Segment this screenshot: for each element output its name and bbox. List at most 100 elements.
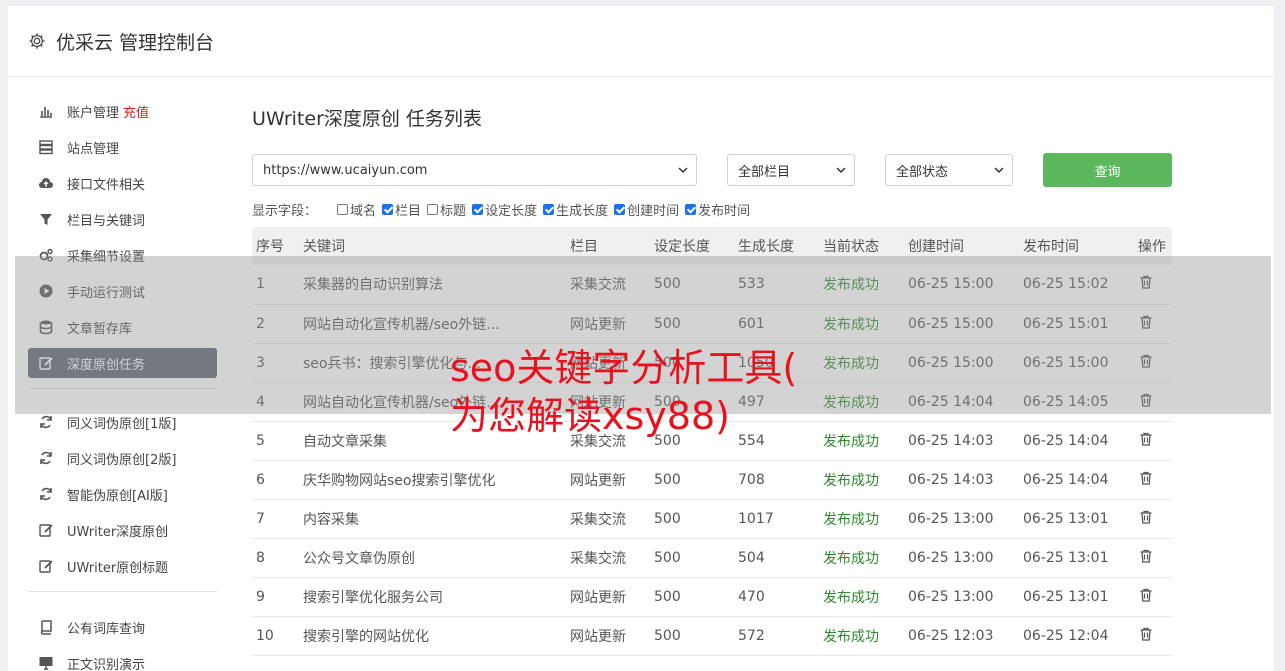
server-icon [39,140,53,155]
cell-no: 7 [256,510,265,527]
field-checkbox[interactable]: 域名 [337,200,376,219]
checkbox-box[interactable] [543,203,555,215]
cell-keyword[interactable]: 搜索引擎的网站优化 [303,616,570,655]
database-icon [39,320,53,335]
cell-no: 5 [256,432,265,449]
cell-no: 6 [256,471,265,488]
cell-keyword[interactable]: 内容采集 [303,499,570,538]
cell-published: 06-25 14:05 [1023,393,1109,410]
trash-icon[interactable] [1138,548,1154,564]
checkbox-box[interactable] [337,203,349,215]
sidebar-item[interactable]: UWriter深度原创 [28,515,217,545]
cell-category: 采集交流 [570,550,626,567]
sidebar-item[interactable]: 正文识别演示 [28,648,217,671]
refresh-icon [40,451,52,465]
display-fields-label: 显示字段： [252,203,318,219]
recharge-link[interactable]: 充值 [123,102,149,121]
trash-icon[interactable] [1138,314,1154,330]
cell-created: 06-25 14:03 [908,432,994,449]
checkbox-box[interactable] [472,203,484,215]
sidebar-item[interactable]: 接口文件相关 [28,168,217,198]
trash-icon[interactable] [1138,353,1154,369]
sidebar-item-label: 正文识别演示 [67,657,146,671]
cell-actions [1138,460,1172,499]
trash-icon[interactable] [1138,470,1154,486]
field-checkbox[interactable]: 栏目 [382,200,421,219]
checkbox-box[interactable] [614,203,626,215]
column-header: 关键词 [303,239,345,255]
cell-keyword[interactable]: 庆华购物网站seo搜索引擎优化 [303,460,570,499]
cell-set-len: 500 [654,510,681,527]
sidebar-item[interactable]: 深度原创任务 [28,348,217,378]
checkbox-box[interactable] [427,203,439,215]
cell-keyword[interactable]: 搜索引擎优化服务公司 [303,577,570,616]
sidebar-item[interactable]: 手动运行测试 [28,276,217,306]
field-checkbox[interactable]: 标题 [427,200,466,219]
cell-keyword[interactable]: 网站自动化宣传机器/seo外链... [303,304,570,343]
sidebar-item[interactable]: 文章暂存库 [28,312,217,342]
trash-icon[interactable] [1138,587,1154,603]
status-select[interactable]: 全部状态 [885,154,1013,186]
trash-icon[interactable] [1138,626,1154,642]
chevron-down-icon [836,167,846,174]
cell-published: 06-25 12:04 [1023,627,1109,644]
sidebar-item[interactable]: UWriter原创标题 [28,551,217,581]
field-checkbox[interactable]: 设定长度 [472,200,537,219]
query-button[interactable]: 查询 [1043,153,1172,187]
field-checkbox[interactable]: 发布时间 [685,200,750,219]
sidebar-item[interactable]: 同义词伪原创[2版] [28,443,217,473]
cell-published: 06-25 15:01 [1023,315,1109,332]
cell-status: 发布成功 [823,277,879,294]
cell-actions [1138,616,1172,655]
sidebar-item[interactable]: 栏目与关键词 [28,204,217,234]
column-header: 栏目 [570,239,598,255]
checkbox-box[interactable] [685,203,697,215]
cell-keyword[interactable]: seo兵书：搜索引擎优化与... [303,343,570,382]
cell-published: 06-25 14:04 [1023,432,1109,449]
cell-category: 网站更新 [570,394,626,411]
site-select[interactable]: https://www.ucaiyun.com [252,154,697,186]
cell-status: 发布成功 [823,511,879,528]
category-select[interactable]: 全部栏目 [727,154,855,186]
display-fields: 显示字段： 域名 栏目 标题 设定长度 生成长度 创建时间 发布时间 [252,199,1172,219]
cell-created: 06-25 13:00 [908,549,994,566]
sidebar-item-label: 公有词库查询 [67,621,146,637]
cell-gen-len: 533 [738,276,765,293]
checkbox-box[interactable] [382,203,394,215]
field-checkbox[interactable]: 生成长度 [543,200,608,219]
cell-published: 06-25 13:01 [1023,588,1109,605]
sidebar-item[interactable]: 同义词伪原创[1版] [28,407,217,437]
trash-icon[interactable] [1138,431,1154,447]
chevron-down-icon [994,167,1004,174]
sidebar-item[interactable]: 采集细节设置 [28,240,217,270]
app-panel: 优采云 管理控制台 账户管理 充值 站点管理 接口文件相关 栏目与关键词 采集细节设置 手动… [8,6,1274,671]
column-header: 设定长度 [654,239,710,255]
cell-category: 采集交流 [570,511,626,528]
cell-actions [1138,538,1172,577]
cell-keyword[interactable]: 公众号文章伪原创 [303,538,570,577]
field-checkbox[interactable]: 创建时间 [614,200,679,219]
cell-status: 发布成功 [823,394,879,411]
sidebar-item[interactable]: 账户管理 充值 [28,96,217,126]
sidebar-item[interactable]: 公有词库查询 [28,612,217,642]
cell-keyword[interactable]: 采集器的自动识别算法 [303,265,570,304]
cell-created: 06-25 14:03 [908,471,994,488]
trash-icon[interactable] [1138,392,1154,408]
monitor-icon [39,657,53,670]
trash-icon[interactable] [1138,509,1154,525]
table-row: 6 庆华购物网站seo搜索引擎优化 网站更新 500 708 发布成功 06-25 14:0… [252,460,1172,499]
play-icon [39,284,53,298]
cell-set-len: 500 [654,315,681,332]
sidebar-item[interactable]: 站点管理 [28,132,217,162]
cell-created: 06-25 15:00 [908,315,994,332]
cell-category: 网站更新 [570,355,626,372]
bar-chart-icon [40,107,52,118]
column-header: 发布时间 [1023,239,1079,255]
sidebar-item[interactable]: 智能伪原创[AI版] [28,479,217,509]
cell-keyword[interactable]: 自动文章采集 [303,421,570,460]
cell-keyword[interactable]: 网站自动化宣传机器/seo外链... [303,382,570,421]
cell-category: 采集交流 [570,277,626,294]
trash-icon[interactable] [1138,274,1154,290]
cell-no: 10 [256,627,274,644]
field-checkbox-label: 创建时间 [627,203,680,219]
